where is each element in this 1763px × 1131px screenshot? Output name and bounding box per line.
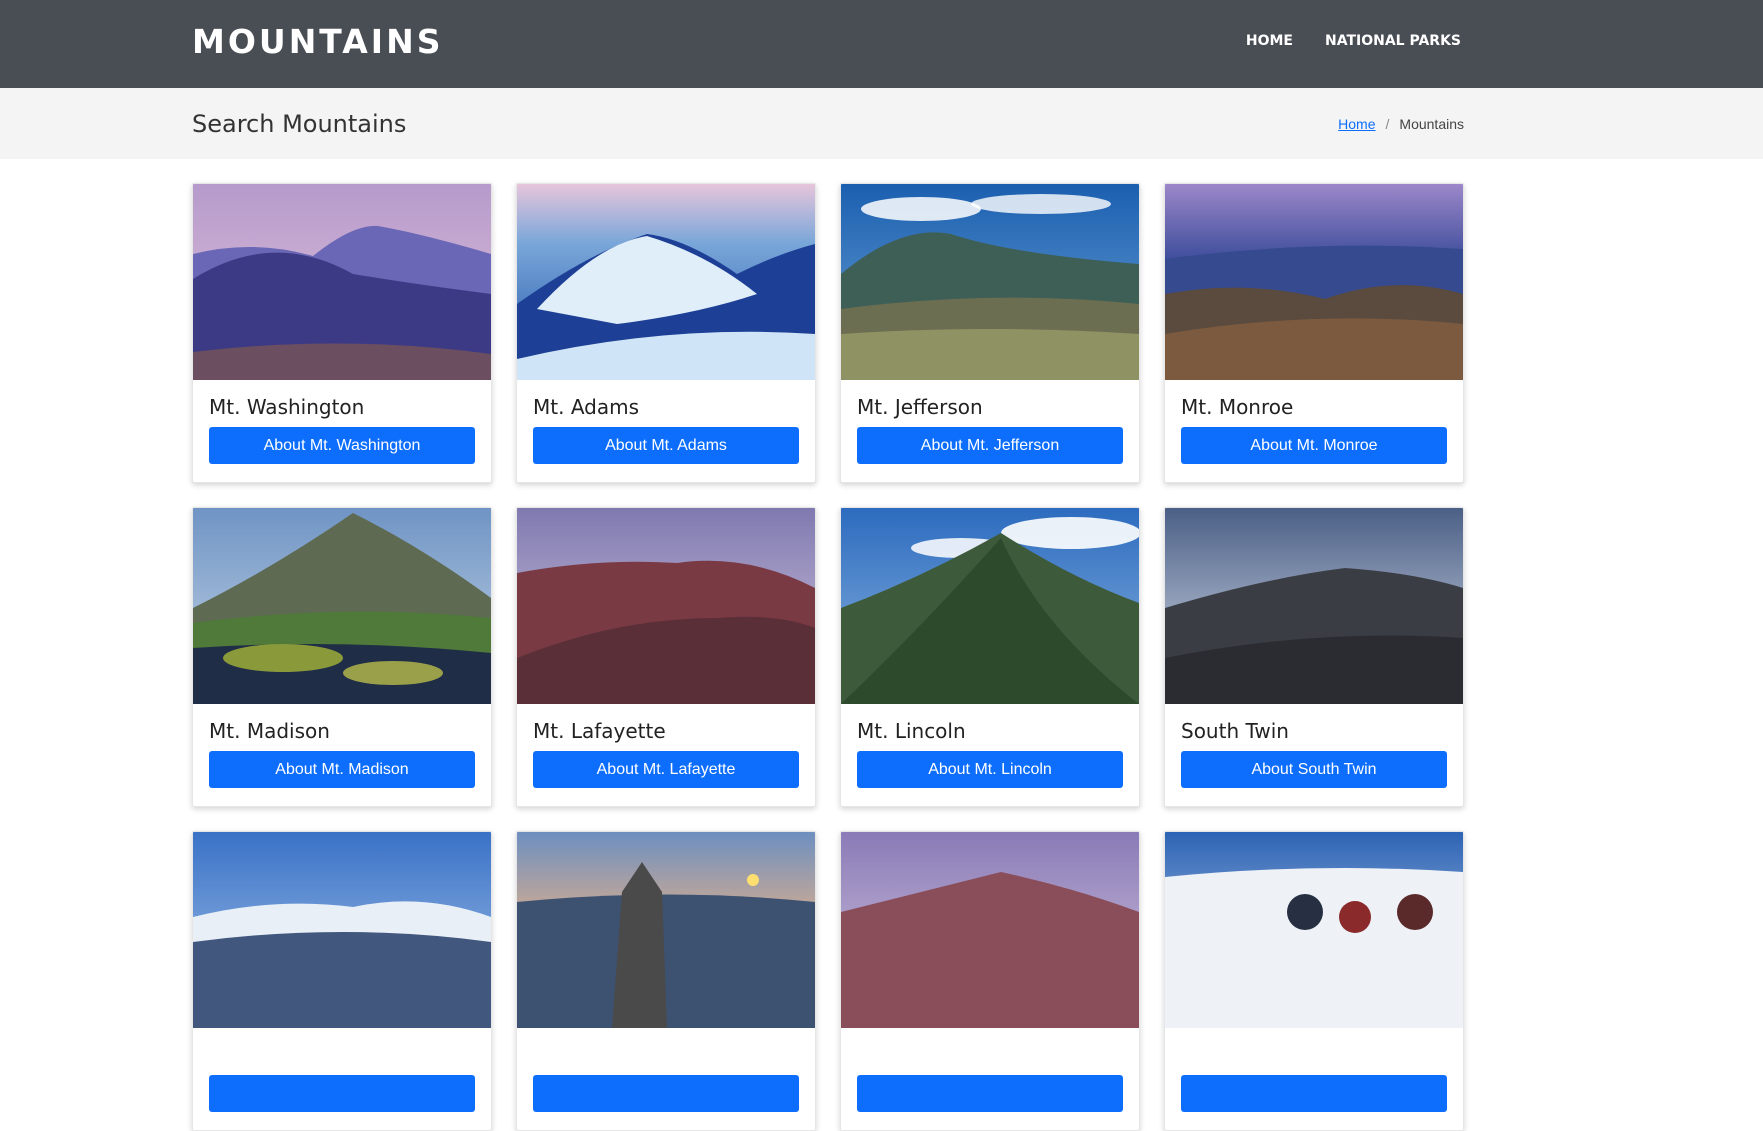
breadcrumb-current: Mountains [1399, 116, 1464, 132]
card-title: Mt. Lafayette [533, 719, 666, 743]
about-button[interactable]: About Mt. Adams [533, 427, 799, 464]
mountain-card: Mt. Monroe About Mt. Monroe [1164, 183, 1464, 483]
about-button[interactable]: About Mt. Lincoln [857, 751, 1123, 788]
mountain-card: Mt. Lafayette About Mt. Lafayette [516, 507, 816, 807]
card-title: South Twin [1181, 719, 1289, 743]
about-button[interactable] [857, 1075, 1123, 1112]
mountain-image [193, 184, 491, 380]
page-title: Search Mountains [192, 110, 407, 138]
mountain-card: Mt. Adams About Mt. Adams [516, 183, 816, 483]
card-title: Mt. Jefferson [857, 395, 983, 419]
mountain-image [193, 508, 491, 704]
about-button[interactable] [533, 1075, 799, 1112]
card-title: Mt. Washington [209, 395, 365, 419]
mountain-image [1165, 184, 1463, 380]
mountain-card: Mt. Lincoln About Mt. Lincoln [840, 507, 1140, 807]
breadcrumb: Home / Mountains [1338, 116, 1464, 132]
mountain-card [1164, 831, 1464, 1131]
mountain-card [840, 831, 1140, 1131]
about-button[interactable]: About Mt. Jefferson [857, 427, 1123, 464]
brand-logo[interactable]: MOUNTAINS [192, 22, 443, 62]
about-button[interactable]: About Mt. Monroe [1181, 427, 1447, 464]
nav-link-national-parks[interactable]: NATIONAL PARKS [1325, 33, 1461, 49]
about-button[interactable]: About Mt. Washington [209, 427, 475, 464]
about-button[interactable] [209, 1075, 475, 1112]
mountain-card-grid: Mt. Washington About Mt. Washington Mt. … [192, 183, 1464, 1131]
about-button[interactable] [1181, 1075, 1447, 1112]
breadcrumb-home-link[interactable]: Home [1338, 116, 1375, 132]
card-title: Mt. Monroe [1181, 395, 1294, 419]
mountain-image [841, 508, 1139, 704]
mountain-card: South Twin About South Twin [1164, 507, 1464, 807]
card-title: Mt. Lincoln [857, 719, 966, 743]
mountain-card: Mt. Jefferson About Mt. Jefferson [840, 183, 1140, 483]
subheader: Search Mountains Home / Mountains [0, 88, 1763, 159]
mountain-image [841, 184, 1139, 380]
mountain-card [192, 831, 492, 1131]
mountain-card: Mt. Washington About Mt. Washington [192, 183, 492, 483]
mountain-image [517, 832, 815, 1028]
breadcrumb-separator: / [1385, 116, 1390, 132]
nav-links: HOME NATIONAL PARKS [1246, 33, 1461, 49]
mountain-card [516, 831, 816, 1131]
mountain-image [1165, 508, 1463, 704]
mountain-image [517, 508, 815, 704]
nav-link-home[interactable]: HOME [1246, 33, 1293, 49]
about-button[interactable]: About Mt. Madison [209, 751, 475, 788]
navbar: MOUNTAINS HOME NATIONAL PARKS [0, 0, 1763, 88]
about-button[interactable]: About South Twin [1181, 751, 1447, 788]
mountain-image [193, 832, 491, 1028]
card-title: Mt. Madison [209, 719, 330, 743]
mountain-image [841, 832, 1139, 1028]
mountain-image [1165, 832, 1463, 1028]
card-title: Mt. Adams [533, 395, 639, 419]
mountain-image [517, 184, 815, 380]
mountain-card: Mt. Madison About Mt. Madison [192, 507, 492, 807]
about-button[interactable]: About Mt. Lafayette [533, 751, 799, 788]
